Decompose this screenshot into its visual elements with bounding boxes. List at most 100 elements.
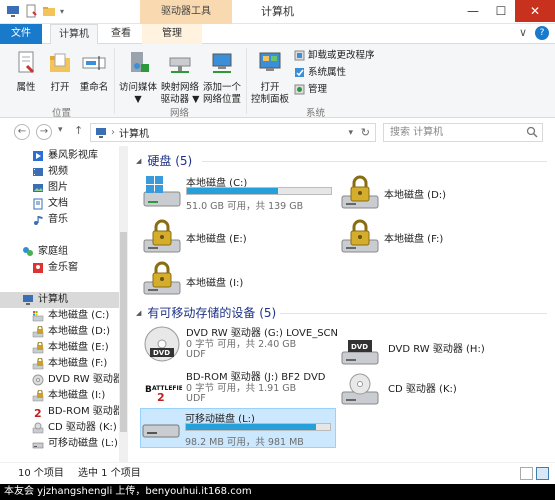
sidebar-item-pictures[interactable]: 图片 xyxy=(32,180,68,196)
recent-locations-button[interactable]: ▾ xyxy=(58,125,63,135)
sidebar-item-label: CD 驱动器 (K:) xyxy=(48,422,117,433)
sidebar-item-drive-f[interactable]: 本地磁盘 (F:) xyxy=(32,356,107,372)
tab-computer[interactable]: 计算机 xyxy=(50,24,98,45)
sidebar-item-label: 本地磁盘 (D:) xyxy=(48,326,111,337)
collapse-icon[interactable]: ◢ xyxy=(136,309,141,317)
status-bar: 10 个项目 选中 1 个项目 xyxy=(0,462,555,484)
removable-storage-header[interactable]: ◢ 有可移动存储的设备 (5) xyxy=(136,304,276,321)
control-panel-label-1: 打开 xyxy=(260,82,280,93)
sidebar-item-music[interactable]: 音乐 xyxy=(32,212,68,228)
help-icon[interactable]: ? xyxy=(535,26,549,40)
address-dropdown-icon[interactable]: ▾ xyxy=(348,128,353,138)
ribbon-collapse-icon[interactable]: ∨ xyxy=(519,26,527,40)
add-network-location-button[interactable]: 添加一个 网络位置 xyxy=(202,50,242,106)
sidebar-item-videos[interactable]: 视频 xyxy=(32,164,68,180)
ribbon: 属性 打开 重命名 位置 访问媒体 ▼ 映射网络 驱动器 ▼ 添加一个 网络位置… xyxy=(0,44,555,119)
device-detail: 0 字节 可用，共 1.91 GB xyxy=(186,383,297,394)
map-drive-button[interactable]: 映射网络 驱动器 ▼ xyxy=(160,50,200,106)
sidebar-item-media-library[interactable]: 暴风影视库 xyxy=(32,148,98,164)
maximize-button[interactable]: ☐ xyxy=(487,0,515,22)
removable-storage-header-label: 有可移动存储的设备 (5) xyxy=(147,306,277,320)
device-tile-cd-k[interactable]: CD 驱动器 (K:) xyxy=(340,368,545,416)
section-divider xyxy=(202,161,547,162)
map-drive-label-1: 映射网络 xyxy=(160,82,199,93)
tab-view[interactable]: 查看 xyxy=(100,24,142,44)
cd-drive-icon xyxy=(32,422,44,434)
device-detail: 98.2 MB 可用，共 981 MB xyxy=(185,437,304,448)
tab-file[interactable]: 文件 xyxy=(0,24,42,44)
address-bar[interactable]: › 计算机 ▾ ↻ xyxy=(90,123,376,142)
rename-label: 重命名 xyxy=(79,82,109,93)
sidebar-item-computer[interactable]: 计算机 xyxy=(0,292,119,308)
device-filesystem: UDF xyxy=(186,393,206,404)
sidebar-scrollbar-thumb[interactable] xyxy=(120,232,127,432)
watermark-text: 本友会 yjzhangshengli 上传，benyouhui.it168.co… xyxy=(0,484,555,500)
sidebar-item-label: BD-ROM 驱动器 xyxy=(48,406,123,417)
drive-name: 本地磁盘 (F:) xyxy=(384,234,444,245)
control-panel-button[interactable]: 打开 控制面板 xyxy=(250,50,290,106)
sidebar-item-removable-l[interactable]: 可移动磁盘 (L:) xyxy=(32,436,118,452)
tab-manage[interactable]: 管理 xyxy=(142,24,202,44)
locked-drive-icon xyxy=(143,261,181,295)
device-tile-removable-l[interactable]: 可移动磁盘 (L:) 98.2 MB 可用，共 981 MB xyxy=(140,408,336,448)
group-separator xyxy=(246,48,247,114)
search-icon xyxy=(526,126,538,138)
forward-button[interactable]: → xyxy=(36,124,52,140)
navigation-pane: 暴风影视库 视频 图片 文档 音乐 家庭组 金乐窖 计算机 本地磁盘 (C:) … xyxy=(0,146,130,462)
minimize-button[interactable]: — xyxy=(459,0,487,22)
drive-tile-e[interactable]: 本地磁盘 (E:) xyxy=(142,216,332,264)
pictures-folder-icon xyxy=(33,184,43,192)
properties-icon[interactable] xyxy=(24,4,38,18)
removable-drive-icon xyxy=(32,442,44,449)
computer-icon[interactable] xyxy=(6,4,20,18)
back-button[interactable]: ← xyxy=(14,124,30,140)
sidebar-item-drive-d[interactable]: 本地磁盘 (D:) xyxy=(32,324,110,340)
up-button[interactable]: ↑ xyxy=(74,124,83,137)
manage-button[interactable]: 管理 xyxy=(294,82,327,97)
system-drive-icon xyxy=(143,176,181,207)
rename-button[interactable]: 重命名 xyxy=(78,50,110,94)
open-button[interactable]: 打开 xyxy=(44,50,76,94)
properties-button[interactable]: 属性 xyxy=(10,50,42,94)
collapse-icon[interactable]: ◢ xyxy=(136,157,141,165)
homegroup-icon xyxy=(23,247,33,256)
sidebar-item-bd-rom[interactable]: 2 BD-ROM 驱动器 xyxy=(32,404,123,420)
sidebar-item-drive-i[interactable]: 本地磁盘 (I:) xyxy=(32,388,105,404)
sidebar-item-dvd-g[interactable]: DVD RW 驱动器 xyxy=(32,372,123,388)
uninstall-program-button[interactable]: 卸载或更改程序 xyxy=(294,48,375,63)
sidebar-item-label: 金乐窖 xyxy=(48,262,78,273)
access-media-button[interactable]: 访问媒体 ▼ xyxy=(118,50,158,106)
details-view-icon[interactable] xyxy=(520,467,533,480)
tiles-view-icon[interactable] xyxy=(536,467,549,480)
sidebar-item-documents[interactable]: 文档 xyxy=(32,196,68,212)
section-divider xyxy=(280,313,547,314)
hard-disks-header[interactable]: ◢ 硬盘 (5) xyxy=(136,152,192,169)
refresh-icon[interactable]: ↻ xyxy=(361,126,370,139)
device-tile-bd-j[interactable]: BATTLEFIELD2 BD-ROM 驱动器 (J:) BF2 DVD 0 字… xyxy=(142,366,352,414)
drive-usage-bar xyxy=(186,187,332,195)
drive-tile-d[interactable]: 本地磁盘 (D:) xyxy=(340,172,540,220)
drive-tile-c[interactable]: 本地磁盘 (C:) 51.0 GB 可用，共 139 GB xyxy=(142,172,332,220)
sidebar-item-label: 本地磁盘 (F:) xyxy=(48,358,108,369)
close-button[interactable]: ✕ xyxy=(515,0,555,22)
sidebar-item-label: 可移动磁盘 (L:) xyxy=(48,438,118,449)
locked-drive-icon xyxy=(341,219,379,253)
device-detail: 0 字节 可用，共 2.40 GB xyxy=(186,339,297,350)
sidebar-item-user[interactable]: 金乐窖 xyxy=(32,260,78,276)
sidebar-item-drive-c[interactable]: 本地磁盘 (C:) xyxy=(32,308,109,324)
svg-text:2: 2 xyxy=(157,391,165,404)
device-tile-dvd-g[interactable]: DVD DVD RW 驱动器 (G:) LOVE_SCN 0 字节 可用，共 2… xyxy=(142,322,352,370)
search-input[interactable]: 搜索 计算机 xyxy=(383,123,543,142)
sidebar-item-cd-k[interactable]: CD 驱动器 (K:) xyxy=(32,420,117,436)
sidebar-item-homegroup[interactable]: 家庭组 xyxy=(22,244,68,260)
sidebar-item-drive-e[interactable]: 本地磁盘 (E:) xyxy=(32,340,109,356)
new-folder-icon[interactable] xyxy=(42,4,56,18)
window-controls: — ☐ ✕ xyxy=(459,0,555,22)
access-media-label-1: 访问媒体 xyxy=(118,82,157,93)
drive-tile-f[interactable]: 本地磁盘 (F:) xyxy=(340,216,540,264)
system-group-label: 系统 xyxy=(306,108,326,119)
drive-tile-i[interactable]: 本地磁盘 (I:) xyxy=(142,258,332,306)
system-properties-button[interactable]: 系统属性 xyxy=(294,65,346,80)
qat-dropdown-icon[interactable]: ▾ xyxy=(60,7,64,16)
sidebar-item-label: 图片 xyxy=(48,182,68,193)
